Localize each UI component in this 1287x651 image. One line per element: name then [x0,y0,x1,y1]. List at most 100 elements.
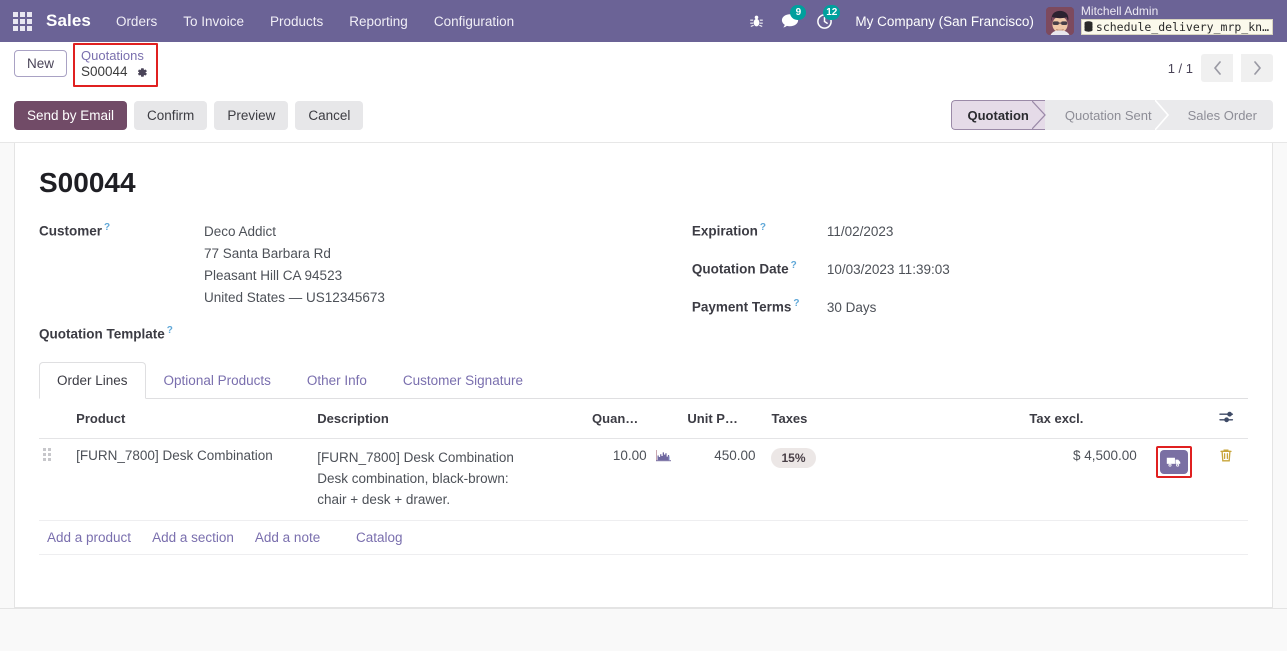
field-expiration-value[interactable]: 11/02/2023 [827,221,894,243]
control-panel: New Quotations S00044 1 / 1 Send by Emai… [0,42,1287,143]
confirm-button[interactable]: Confirm [134,100,208,130]
header-product[interactable]: Product [68,398,310,439]
add-a-section-link[interactable]: Add a section [152,530,234,545]
top-navbar: Sales Orders To Invoice Products Reporti… [0,0,1287,42]
status-bar: Quotation Quotation Sent Sales Order [950,100,1273,130]
send-by-email-button[interactable]: Send by Email [14,100,128,130]
order-lines-body: [FURN_7800] Desk Combination [FURN_7800]… [39,438,1248,555]
company-switcher[interactable]: My Company (San Francisco) [841,14,1046,29]
header-unit-price[interactable]: Unit P… [679,398,764,439]
header-spacer [1144,398,1204,439]
table-row[interactable]: [FURN_7800] Desk Combination [FURN_7800]… [39,438,1248,521]
field-quotation-template: Quotation Template? [39,324,692,342]
status-step-sales-order[interactable]: Sales Order [1168,100,1273,130]
odoo-sales-quotation-page: Sales Orders To Invoice Products Reporti… [0,0,1287,651]
status-step-quotation-label: Quotation [967,107,1029,123]
order-lines-header-row: Product Description Quan… Unit P… Taxes … [39,398,1248,439]
menu-configuration[interactable]: Configuration [421,0,527,42]
menu-products[interactable]: Products [257,0,336,42]
header-taxes[interactable]: Taxes [763,398,1022,439]
field-payment-terms-value[interactable]: 30 Days [827,297,877,319]
app-brand-sales[interactable]: Sales [44,11,103,31]
activities-badge: 12 [823,5,841,20]
apps-menu-button[interactable] [0,0,44,42]
trash-icon[interactable] [1219,449,1233,466]
breadcrumb-quotations-link[interactable]: Quotations [81,48,148,64]
cancel-button[interactable]: Cancel [295,100,364,130]
apps-grid-icon [12,11,32,31]
help-icon[interactable]: ? [167,325,173,336]
field-quotation-date: Quotation Date? 10/03/2023 11:39:03 [692,259,1248,281]
database-chip: schedule_delivery_mrp_kn… [1080,18,1273,35]
notebook-tabs: Order Lines Optional Products Other Info… [39,361,1248,399]
add-a-note-link[interactable]: Add a note [255,530,320,545]
row-drag-handle[interactable] [39,438,69,521]
order-lines-footer-row: Add a product Add a section Add a note C… [39,520,1248,555]
cell-delivery-action [1144,438,1204,521]
breadcrumb: Quotations S00044 [73,43,158,88]
field-customer-value[interactable]: Deco Addict 77 Santa Barbara Rd Pleasant… [204,221,385,308]
avatar [1045,6,1074,35]
cell-taxes[interactable]: 15% [763,438,1022,521]
sheet-background: S00044 Customer? Deco Addict 77 Santa Ba… [0,143,1287,608]
field-quotation-template-label: Quotation Template? [39,325,173,342]
customer-address-line-1: 77 Santa Barbara Rd [204,245,331,261]
breadcrumb-current-record: S00044 [81,64,148,81]
customer-name[interactable]: Deco Addict [204,221,385,243]
header-handle [39,398,69,439]
help-icon[interactable]: ? [791,260,797,271]
cell-description[interactable]: [FURN_7800] Desk Combination Desk combin… [309,438,585,521]
menu-reporting[interactable]: Reporting [336,0,421,42]
tab-optional-products[interactable]: Optional Products [146,362,289,399]
cell-quantity[interactable]: 10.00 [584,438,680,521]
quantity-value: 10.00 [612,447,647,463]
messages-icon[interactable]: 9 [773,0,807,42]
control-panel-top-row: New Quotations S00044 1 / 1 [14,42,1273,94]
cell-unit-price[interactable]: 450.00 [679,438,764,521]
pager-previous-button[interactable] [1201,54,1233,82]
status-step-quotation-sent[interactable]: Quotation Sent [1045,100,1169,130]
add-a-product-link[interactable]: Add a product [47,530,131,545]
notebook: Order Lines Optional Products Other Info… [39,361,1248,607]
new-button[interactable]: New [14,50,68,77]
help-icon[interactable]: ? [760,222,766,233]
forecast-chart-icon[interactable] [656,449,672,465]
navbar-right-tools: 9 12 My Company (San Francisco) Mitchell… [739,0,1277,42]
help-icon[interactable]: ? [793,298,799,309]
menu-to-invoice[interactable]: To Invoice [170,0,257,42]
column-options-icon[interactable] [1203,398,1248,439]
status-step-sales-order-label: Sales Order [1187,107,1257,123]
order-lines-table: Product Description Quan… Unit P… Taxes … [39,398,1248,555]
catalog-link[interactable]: Catalog [356,530,403,545]
header-quantity[interactable]: Quan… [584,398,680,439]
preview-button[interactable]: Preview [214,100,289,130]
delivery-truck-icon[interactable] [1159,449,1188,474]
pager-next-button[interactable] [1241,54,1273,82]
field-quotation-date-value[interactable]: 10/03/2023 11:39:03 [827,259,950,281]
gear-icon[interactable] [135,66,148,79]
drag-handle-icon [43,447,51,461]
sheet-bottom-area [0,607,1287,651]
header-description[interactable]: Description [309,398,585,439]
user-menu[interactable]: Mitchell Admin schedule_delivery_mrp_kn… [1045,4,1277,37]
menu-orders[interactable]: Orders [103,0,170,42]
customer-address-line-3: United States — US12345673 [204,289,385,305]
tab-other-info[interactable]: Other Info [289,362,385,399]
cell-tax-excl: $ 4,500.00 [1021,438,1145,521]
fields-left-column: Customer? Deco Addict 77 Santa Barbara R… [39,221,692,358]
header-tax-excl[interactable]: Tax excl. [1021,398,1145,439]
cell-product[interactable]: [FURN_7800] Desk Combination [68,438,310,521]
field-customer: Customer? Deco Addict 77 Santa Barbara R… [39,221,692,308]
control-panel-action-row: Send by Email Confirm Preview Cancel Quo… [14,94,1273,142]
tab-customer-signature[interactable]: Customer Signature [385,362,541,399]
help-icon[interactable]: ? [104,222,110,233]
status-step-quotation[interactable]: Quotation [950,100,1046,130]
tab-order-lines[interactable]: Order Lines [39,361,146,399]
activities-clock-icon[interactable]: 12 [807,0,841,42]
page-title: S00044 [39,167,136,198]
field-expiration: Expiration? 11/02/2023 [692,221,1248,243]
field-expiration-label: Expiration? [691,222,766,239]
field-quotation-date-label: Quotation Date? [691,259,797,277]
user-name: Mitchell Admin [1080,4,1159,19]
debug-bug-icon[interactable] [739,0,773,42]
